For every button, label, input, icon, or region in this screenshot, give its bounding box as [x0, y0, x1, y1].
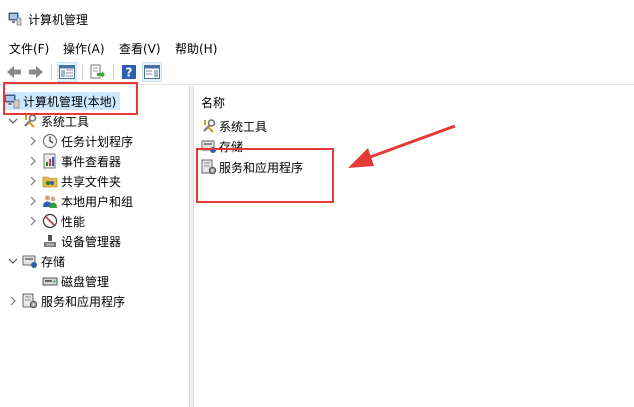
tree-item-label: 事件查看器 — [61, 154, 122, 169]
svg-text:?: ? — [126, 66, 133, 80]
tree-item-services-applications[interactable]: 服务和应用程序 — [22, 292, 125, 310]
annotation-arrow-icon — [348, 124, 456, 168]
disk-icon — [42, 273, 58, 289]
toolbar-separator — [51, 64, 52, 80]
tree-item-performance[interactable]: 性能 — [42, 212, 85, 230]
help-icon[interactable]: ? — [119, 62, 139, 82]
highlight-box-services — [196, 148, 334, 203]
pane-splitter[interactable] — [190, 86, 194, 407]
tree-item-label: 系统工具 — [41, 114, 90, 129]
tools-icon — [201, 118, 217, 134]
highlight-box-root — [3, 82, 138, 115]
menu-file[interactable]: 文件(F) — [9, 40, 49, 57]
title-bar: 计算机管理 — [0, 0, 634, 38]
menu-view[interactable]: 查看(V) — [119, 40, 161, 57]
list-item[interactable]: 系统工具 — [201, 117, 267, 135]
performance-icon — [42, 213, 58, 229]
chevron-right-icon[interactable] — [28, 136, 38, 146]
tree-item-storage[interactable]: 存储 — [22, 252, 65, 270]
tools-icon — [22, 113, 38, 129]
tree-item-shared-folders[interactable]: 共享文件夹 — [42, 172, 121, 190]
column-header-name[interactable]: 名称 — [201, 94, 225, 111]
chevron-right-icon[interactable] — [28, 176, 38, 186]
computer-management-icon — [8, 12, 22, 26]
list-item-label: 系统工具 — [219, 119, 268, 134]
shared-folder-icon — [42, 173, 58, 189]
menu-help[interactable]: 帮助(H) — [175, 40, 217, 57]
chevron-right-icon[interactable] — [28, 156, 38, 166]
chevron-right-icon[interactable] — [8, 296, 18, 306]
menu-bar: 文件(F) 操作(A) 查看(V) 帮助(H) — [0, 38, 634, 58]
tree-item-label: 共享文件夹 — [61, 174, 122, 189]
tree-item-local-users-groups[interactable]: 本地用户和组 — [42, 192, 133, 210]
clock-icon — [42, 133, 58, 149]
export-list-icon[interactable] — [88, 62, 108, 82]
tree-item-label: 存储 — [41, 254, 66, 269]
tree-item-event-viewer[interactable]: 事件查看器 — [42, 152, 121, 170]
tree-item-device-manager[interactable]: 设备管理器 — [42, 232, 121, 250]
toolbar-separator — [82, 64, 83, 80]
tree-item-label: 性能 — [61, 214, 86, 229]
chevron-down-icon[interactable] — [8, 116, 18, 126]
storage-icon — [22, 253, 38, 269]
tree-item-label: 服务和应用程序 — [41, 294, 126, 309]
tree-item-label: 设备管理器 — [61, 234, 122, 249]
event-viewer-icon — [42, 153, 58, 169]
tree-item-label: 本地用户和组 — [61, 194, 134, 209]
tree-item-label: 磁盘管理 — [61, 274, 110, 289]
properties-pane-icon[interactable] — [142, 62, 162, 82]
tree-item-disk-management[interactable]: 磁盘管理 — [42, 272, 109, 290]
users-icon — [42, 193, 58, 209]
back-arrow-icon[interactable] — [4, 62, 24, 82]
device-manager-icon — [42, 233, 58, 249]
tree-item-label: 任务计划程序 — [61, 134, 134, 149]
show-hide-tree-icon[interactable] — [57, 62, 77, 82]
navigation-tree: 计算机管理(本地) 系统工具 任务计划程序 事件查看器 共享文件夹 本地用户和组… — [0, 86, 190, 407]
toolbar-separator — [113, 64, 114, 80]
tree-item-task-scheduler[interactable]: 任务计划程序 — [42, 132, 133, 150]
window-title: 计算机管理 — [28, 13, 89, 27]
services-icon — [22, 293, 38, 309]
forward-arrow-icon[interactable] — [26, 62, 46, 82]
menu-action[interactable]: 操作(A) — [63, 40, 105, 57]
chevron-right-icon[interactable] — [28, 216, 38, 226]
chevron-right-icon[interactable] — [28, 196, 38, 206]
chevron-down-icon[interactable] — [8, 256, 18, 266]
